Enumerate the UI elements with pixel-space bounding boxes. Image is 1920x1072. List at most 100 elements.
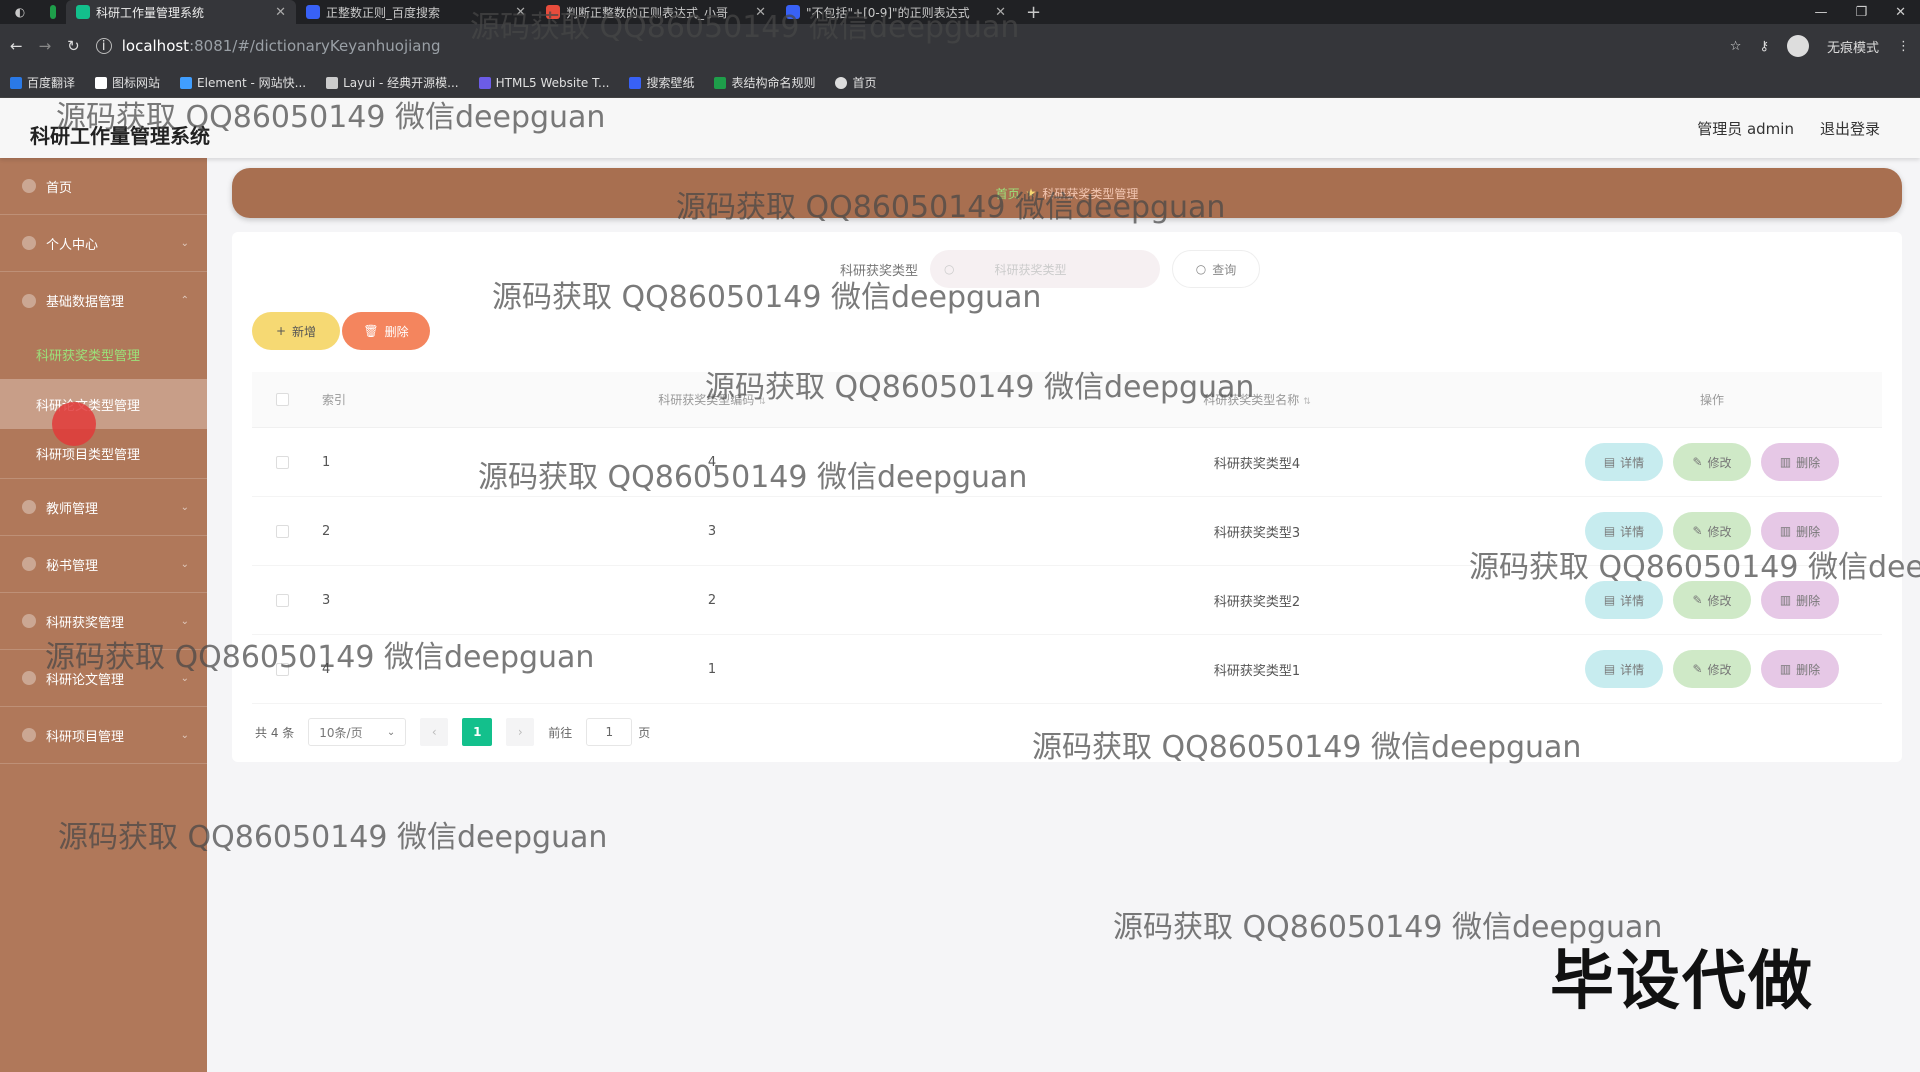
sidebar-item-teachers[interactable]: 教师管理 ⌄	[0, 479, 207, 536]
goto-label: 前往	[548, 725, 573, 740]
delete-button[interactable]: ▥ 删除	[1761, 581, 1839, 619]
sidebar-item-projects[interactable]: 科研项目管理 ⌄	[0, 707, 207, 764]
close-icon[interactable]: ✕	[737, 5, 766, 20]
cell-code: 4	[707, 454, 717, 470]
select-all-checkbox[interactable]	[275, 393, 289, 406]
minimize-icon[interactable]: —	[1814, 5, 1827, 20]
close-icon[interactable]: ✕	[257, 5, 286, 20]
submenu-project-type[interactable]: 科研项目类型管理	[0, 429, 207, 479]
edit-button[interactable]: ✎ 修改	[1673, 512, 1751, 550]
search-input[interactable]: ○ 科研获奖类型	[930, 250, 1161, 288]
sidebar-item-label: 秘书管理	[46, 558, 99, 574]
sidebar-item-label: 科研获奖管理	[46, 615, 125, 631]
detail-button[interactable]: ▤ 详情	[1585, 581, 1663, 619]
delete-button[interactable]: ▥ 删除	[1761, 443, 1839, 481]
prev-page-button[interactable]: ‹	[420, 718, 449, 746]
sort-icon[interactable]: ⇅	[1303, 397, 1311, 407]
header-code[interactable]: 科研获奖类型编码 ⇅	[452, 391, 972, 408]
row-checkbox[interactable]	[275, 524, 289, 538]
bookmark-item[interactable]: 搜索壁纸	[629, 74, 694, 91]
doc-icon	[714, 76, 727, 89]
bookmark-item[interactable]: Layui - 经典开源模...	[326, 74, 459, 91]
total-count: 共 4 条	[255, 725, 295, 740]
row-checkbox[interactable]	[275, 593, 289, 607]
breadcrumb-home[interactable]: 首页	[996, 185, 1020, 202]
sidebar-item-papers[interactable]: 科研论文管理 ⌄	[0, 650, 207, 707]
tab-3[interactable]: 判断正整数的正则表达式_小哥 ✕	[536, 0, 776, 24]
restore-icon[interactable]: ❐	[1855, 5, 1867, 20]
page-suffix: 页	[638, 725, 651, 740]
reload-icon[interactable]: ↻	[67, 37, 80, 55]
tab-2[interactable]: 正整数正则_百度搜索 ✕	[296, 0, 536, 24]
page-size-select[interactable]: 10条/页 ⌄	[308, 718, 407, 746]
cursor-highlight	[52, 402, 96, 446]
next-page-button[interactable]: ›	[506, 718, 535, 746]
incognito-icon	[1786, 35, 1809, 57]
logout-link[interactable]: 退出登录	[1820, 118, 1880, 139]
plus-icon: +	[275, 324, 287, 338]
sort-icon[interactable]: ⇅	[758, 397, 766, 407]
close-icon[interactable]: ✕	[497, 5, 526, 20]
delete-button[interactable]: ▥ 删除	[1761, 650, 1839, 688]
close-icon[interactable]: ✕	[977, 5, 1006, 20]
sidebar-item-home[interactable]: 首页	[0, 158, 207, 215]
star-icon[interactable]: ☆	[1730, 39, 1742, 54]
award-icon	[22, 614, 36, 628]
bookmark-label: Layui - 经典开源模...	[343, 76, 459, 90]
goto-page-input[interactable]: 1	[586, 718, 633, 746]
current-page[interactable]: 1	[462, 718, 493, 746]
tab-4[interactable]: "不包括"+[0-9]"的正则表达式 ✕	[776, 0, 1016, 24]
add-button[interactable]: + 新增	[252, 312, 340, 350]
home-icon	[22, 179, 36, 193]
cell-index: 2	[322, 523, 331, 539]
tab-title: 正整数正则_百度搜索	[326, 5, 441, 20]
edit-button[interactable]: ✎ 修改	[1673, 650, 1751, 688]
chevron-down-icon: ⌄	[180, 501, 189, 513]
row-checkbox[interactable]	[275, 455, 289, 469]
bookmark-item[interactable]: Element - 网站快...	[180, 74, 306, 91]
sidebar-item-profile[interactable]: 个人中心 ⌄	[0, 215, 207, 272]
sidebar-item-awards[interactable]: 科研获奖管理 ⌄	[0, 593, 207, 650]
tab-active[interactable]: 科研工作量管理系统 ✕	[66, 0, 296, 24]
bookmark-item[interactable]: 图标网站	[95, 74, 160, 91]
header-name[interactable]: 科研获奖类型名称 ⇅	[972, 391, 1542, 408]
detail-button[interactable]: ▤ 详情	[1585, 443, 1663, 481]
tab-pinned[interactable]	[40, 0, 66, 24]
sidebar-item-secretary[interactable]: 秘书管理 ⌄	[0, 536, 207, 593]
window-controls: — ❐ ✕	[1814, 5, 1920, 20]
sidebar-item-basic-data[interactable]: 基础数据管理 ⌃	[0, 272, 207, 329]
bookmark-item[interactable]: 百度翻译	[10, 74, 75, 91]
bookmark-item[interactable]: 表结构命名规则	[714, 74, 815, 91]
cell-name: 科研获奖类型1	[1213, 663, 1301, 679]
search-button[interactable]: ○ 查询	[1172, 250, 1261, 288]
header-ops: 操作	[1699, 393, 1724, 407]
submenu-paper-type[interactable]: 科研论文类型管理	[0, 379, 207, 429]
row-checkbox[interactable]	[275, 662, 289, 676]
data-table: 索引 科研获奖类型编码 ⇅ 科研获奖类型名称 ⇅ 操作 1 4 科研获奖类型4 ▤ 详…	[252, 372, 1882, 704]
new-tab-button[interactable]: +	[1016, 0, 1051, 24]
detail-button[interactable]: ▤ 详情	[1585, 650, 1663, 688]
secretary-icon	[22, 557, 36, 571]
back-icon[interactable]: ←	[10, 37, 23, 55]
forward-icon[interactable]: →	[39, 37, 52, 55]
delete-label: 删除	[1796, 455, 1821, 470]
url-host: localhost	[121, 37, 190, 55]
delete-button[interactable]: ▥ 删除	[1761, 512, 1839, 550]
submenu-award-type[interactable]: 科研获奖类型管理	[0, 329, 207, 379]
cell-code: 3	[707, 523, 717, 539]
incognito-label[interactable]: 无痕模式	[1827, 37, 1879, 56]
close-window-icon[interactable]: ✕	[1895, 5, 1906, 20]
baidu-icon	[306, 5, 320, 19]
bookmark-item[interactable]: 首页	[835, 74, 877, 91]
bookmark-item[interactable]: HTML5 Website T...	[478, 76, 609, 90]
edit-button[interactable]: ✎ 修改	[1673, 581, 1751, 619]
menu-icon[interactable]: ⋮	[1897, 39, 1910, 54]
cell-index: 4	[322, 661, 331, 677]
detail-button[interactable]: ▤ 详情	[1585, 512, 1663, 550]
header-index: 索引	[322, 393, 347, 407]
delete-label: 删除	[1796, 662, 1821, 677]
key-icon[interactable]: ⚷	[1759, 39, 1769, 54]
batch-delete-button[interactable]: 🗑 删除	[342, 312, 430, 350]
url-field[interactable]: i localhost:8081/#/dictionaryKeyanhuojia…	[95, 30, 1714, 62]
edit-button[interactable]: ✎ 修改	[1673, 443, 1751, 481]
